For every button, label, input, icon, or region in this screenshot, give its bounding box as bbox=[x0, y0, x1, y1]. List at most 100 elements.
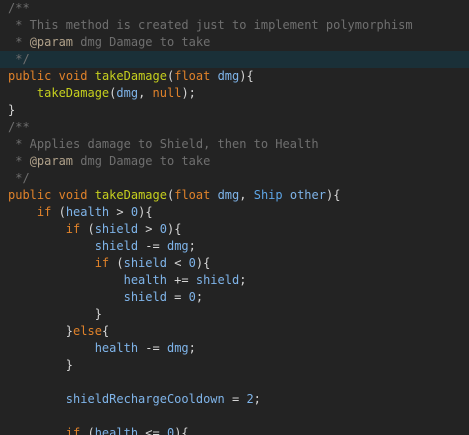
code-line[interactable]: if (shield < 0){ bbox=[0, 255, 469, 272]
code-token: ){ bbox=[239, 69, 254, 83]
code-token: health bbox=[123, 273, 167, 287]
code-token: -= bbox=[138, 239, 167, 253]
code-line[interactable]: public void takeDamage(float dmg){ bbox=[0, 68, 469, 85]
code-token: float bbox=[174, 69, 211, 83]
code-token: @param bbox=[29, 35, 74, 49]
code-token: takeDamage bbox=[94, 188, 167, 202]
code-token: /** bbox=[8, 120, 30, 134]
code-token: } bbox=[65, 324, 74, 338]
code-token: shield bbox=[123, 256, 167, 270]
code-line[interactable]: takeDamage(dmg, null); bbox=[0, 85, 469, 102]
code-line[interactable]: /** bbox=[0, 119, 469, 136]
code-line[interactable]: health -= dmg; bbox=[0, 340, 469, 357]
code-token: if bbox=[36, 205, 52, 219]
code-line[interactable]: public void takeDamage(float dmg, Ship o… bbox=[0, 187, 469, 204]
code-token: 0 bbox=[159, 222, 167, 236]
code-token: dmg bbox=[166, 239, 189, 253]
code-line[interactable]: * Applies damage to Shield, then to Heal… bbox=[0, 136, 469, 153]
code-token: 0 bbox=[188, 290, 196, 304]
code-line[interactable]: * @param dmg Damage to take bbox=[0, 34, 469, 51]
code-line[interactable]: /** bbox=[0, 0, 469, 17]
code-token: ( bbox=[80, 222, 95, 236]
code-token: ){ bbox=[138, 205, 153, 219]
code-token: > bbox=[138, 222, 160, 236]
code-token: 0 bbox=[130, 205, 139, 219]
code-token: float bbox=[174, 188, 211, 202]
code-token: } bbox=[8, 103, 16, 117]
code-token: ){ bbox=[166, 222, 182, 236]
code-token: , bbox=[138, 86, 153, 100]
code-line[interactable] bbox=[0, 374, 469, 391]
code-line[interactable]: */ bbox=[0, 170, 469, 187]
code-line[interactable]: health += shield; bbox=[0, 272, 469, 289]
code-token: dmg Damage to take bbox=[73, 35, 211, 49]
code-token: @param bbox=[29, 154, 74, 168]
code-line[interactable]: shield = 0; bbox=[0, 289, 469, 306]
code-token: 0 bbox=[188, 256, 196, 270]
code-token: health bbox=[65, 205, 110, 219]
code-line[interactable]: * This method is created just to impleme… bbox=[0, 17, 469, 34]
code-token: shield bbox=[195, 273, 240, 287]
code-line[interactable]: if (shield > 0){ bbox=[0, 221, 469, 238]
code-token: void bbox=[58, 69, 88, 83]
code-token: = bbox=[166, 290, 189, 304]
code-token: < bbox=[166, 256, 189, 270]
code-token: public bbox=[8, 188, 52, 202]
code-token: dmg bbox=[116, 86, 139, 100]
code-token: ){ bbox=[195, 256, 211, 270]
code-line[interactable]: } bbox=[0, 102, 469, 119]
code-token: ); bbox=[181, 86, 196, 100]
code-token: null bbox=[152, 86, 182, 100]
code-line[interactable]: } bbox=[0, 306, 469, 323]
code-token: /** bbox=[8, 1, 30, 15]
code-line[interactable]: if (health > 0){ bbox=[0, 204, 469, 221]
code-line[interactable]: */ bbox=[0, 51, 469, 68]
code-line[interactable] bbox=[0, 408, 469, 425]
code-line[interactable]: } bbox=[0, 357, 469, 374]
code-token: if bbox=[65, 426, 81, 435]
code-line[interactable]: if (health <= 0){ bbox=[0, 425, 469, 435]
code-token: */ bbox=[8, 52, 30, 66]
code-token: ; bbox=[239, 273, 247, 287]
code-line[interactable]: shield -= dmg; bbox=[0, 238, 469, 255]
code-token: Ship bbox=[253, 188, 283, 202]
code-token: = bbox=[224, 392, 247, 406]
code-line[interactable]: * @param dmg Damage to take bbox=[0, 153, 469, 170]
code-token: * This method is created just to impleme… bbox=[8, 18, 413, 32]
code-token: ; bbox=[188, 341, 196, 355]
code-token: += bbox=[166, 273, 196, 287]
code-token: dmg Damage to take bbox=[73, 154, 211, 168]
code-token: if bbox=[65, 222, 81, 236]
code-token: { bbox=[101, 324, 110, 338]
code-token: dmg bbox=[166, 341, 189, 355]
code-line[interactable]: shieldRechargeCooldown = 2; bbox=[0, 391, 469, 408]
code-token: } bbox=[94, 307, 102, 321]
code-token: takeDamage bbox=[94, 69, 167, 83]
code-token: ){ bbox=[325, 188, 341, 202]
code-token: * bbox=[8, 35, 30, 49]
code-token: void bbox=[58, 188, 88, 202]
code-token: */ bbox=[8, 171, 30, 185]
code-line[interactable]: }else{ bbox=[0, 323, 469, 340]
code-editor[interactable]: /** * This method is created just to imp… bbox=[0, 0, 469, 435]
code-token: ( bbox=[109, 256, 124, 270]
code-token: shieldRechargeCooldown bbox=[65, 392, 225, 406]
code-token: ; bbox=[195, 290, 204, 304]
code-token: * Applies damage to Shield, then to Heal… bbox=[8, 137, 319, 151]
